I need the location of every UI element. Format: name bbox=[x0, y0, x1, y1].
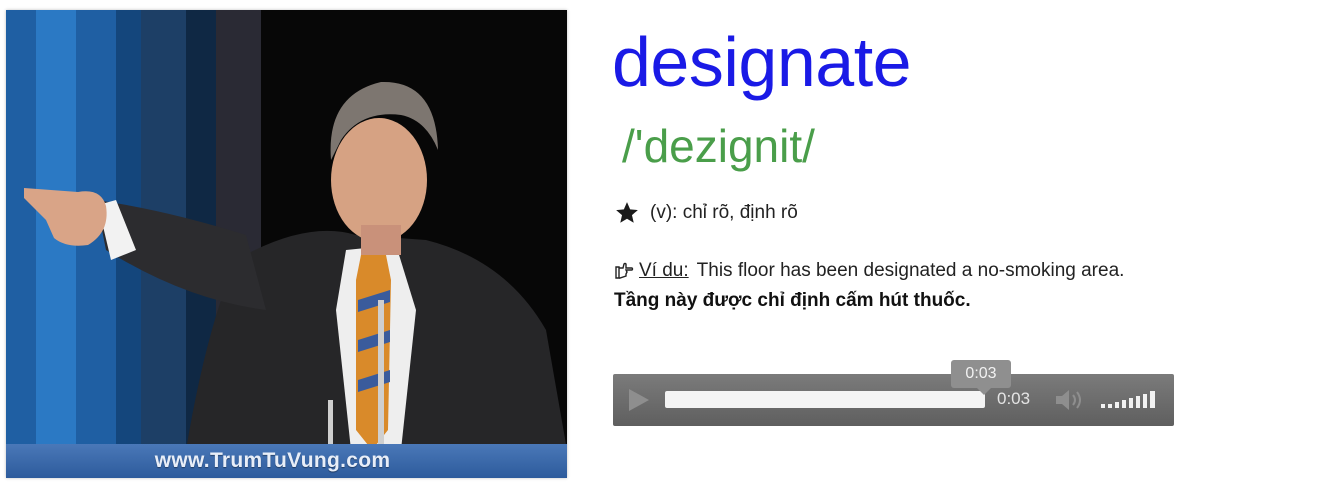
vocabulary-word: designate bbox=[612, 23, 912, 101]
speaker-icon[interactable] bbox=[1053, 386, 1087, 414]
audio-player: 0:03 0:03 bbox=[613, 360, 1174, 426]
watermark-text: www.TrumTuVung.com bbox=[154, 449, 391, 472]
meaning-text: (v): chỉ rõ, định rõ bbox=[650, 202, 798, 223]
volume-bars-icon[interactable] bbox=[1099, 386, 1161, 414]
example-sentence: This floor has been designated a no-smok… bbox=[696, 260, 1125, 281]
watermark-bar: www.TrumTuVung.com bbox=[6, 444, 567, 478]
current-time: 0:03 bbox=[997, 389, 1031, 408]
example-block: Ví du: This floor has been designated a … bbox=[614, 256, 1124, 316]
pointing-hand-icon bbox=[615, 262, 634, 279]
example-line: Ví du: This floor has been designated a … bbox=[614, 256, 1124, 286]
progress-bar[interactable] bbox=[665, 391, 985, 408]
example-translation: Tầng này được chỉ định cấm hút thuốc. bbox=[614, 290, 971, 311]
time-tooltip: 0:03 bbox=[951, 360, 1011, 395]
speaker-photo: www.TrumTuVung.com bbox=[6, 10, 567, 478]
photo-illustration bbox=[6, 10, 567, 478]
example-label: Ví du: bbox=[639, 260, 689, 281]
play-icon[interactable] bbox=[623, 386, 653, 414]
progress-fill bbox=[665, 391, 985, 408]
star-icon bbox=[616, 202, 638, 223]
meaning-row: (v): chỉ rõ, định rõ bbox=[614, 200, 798, 226]
phonetic-transcription: /'dezignit/ bbox=[622, 120, 815, 172]
